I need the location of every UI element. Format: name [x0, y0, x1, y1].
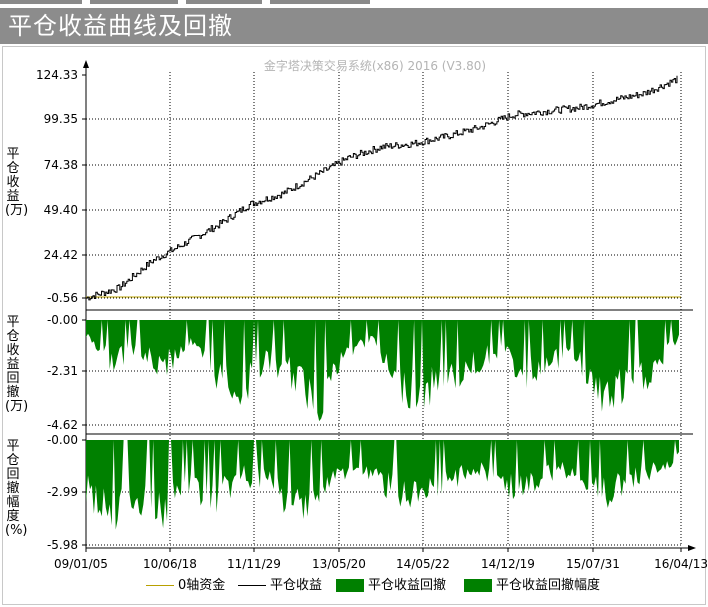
x-axis-arrow	[688, 545, 696, 551]
y-tick-label: -0.00	[47, 313, 78, 327]
legend-swatch-zero	[146, 585, 174, 586]
drawdown-pct-area	[86, 440, 679, 530]
y-tick-label: -2.31	[47, 364, 78, 378]
legend-swatch-drawdown-pct	[464, 579, 492, 592]
legend-swatch-equity	[238, 585, 266, 586]
x-tick-label: 14/05/22	[396, 557, 450, 571]
x-tick-label: 11/11/29	[227, 557, 281, 571]
x-tick-label: 14/12/19	[481, 557, 535, 571]
equity-drawdown-chart: 金字塔决策交易系统(x86) 2016 (V3.80) 124.33 99.35 7…	[36, 58, 708, 571]
legend-label-drawdown: 平仓收益回撤	[368, 578, 447, 593]
y-tick-label: 49.40	[44, 203, 78, 217]
x-tick-label: 13/05/20	[312, 557, 366, 571]
x-tick-label: 16/04/13	[654, 557, 708, 571]
y-tick-label: 124.33	[36, 68, 78, 82]
x-tick-label: 10/06/18	[143, 557, 197, 571]
legend-label-equity: 平仓收益	[270, 578, 323, 593]
y-tick-label: 24.42	[44, 248, 78, 262]
equity-line	[86, 75, 678, 301]
y-tick-label: 74.38	[44, 158, 78, 172]
y-axis-arrow	[83, 60, 89, 68]
legend-label-drawdown-pct: 平仓收益回撤幅度	[496, 578, 601, 593]
y-tick-label: -5.98	[47, 538, 78, 552]
y-tick-label: -4.62	[47, 418, 78, 432]
y-tick-label: -0.56	[47, 291, 78, 305]
y-tick-label: -0.00	[47, 433, 78, 447]
x-tick-label: 15/07/31	[566, 557, 620, 571]
x-tick-label: 09/01/05	[54, 557, 108, 571]
watermark: 金字塔决策交易系统(x86) 2016 (V3.80)	[264, 58, 486, 73]
y-tick-label: 99.35	[44, 112, 78, 126]
legend-label-zero: 0轴资金	[178, 578, 226, 593]
legend-swatch-drawdown	[336, 579, 364, 592]
y-tick-label: -2.99	[47, 485, 78, 499]
